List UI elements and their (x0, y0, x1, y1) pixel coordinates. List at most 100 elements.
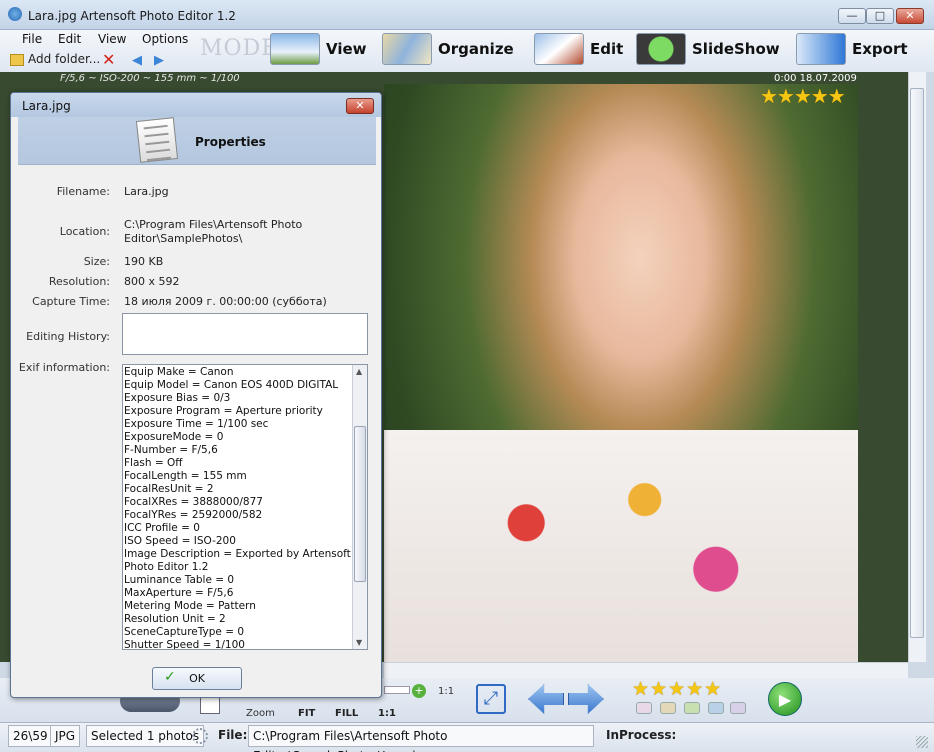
one-to-one-label[interactable]: 1:1 (378, 708, 396, 719)
exif-line: Photo Editor 1.2 (124, 561, 209, 573)
checkmark-icon: ✓ (164, 669, 176, 685)
rating-stars[interactable]: ★★★★★ (632, 678, 722, 700)
horizontal-scrollbar[interactable] (384, 662, 908, 678)
exif-list: Equip Make = Canon Equip Model = Canon EO… (124, 366, 352, 650)
fill-label[interactable]: FILL (335, 708, 358, 719)
mode-edit-label: Edit (590, 40, 624, 58)
exif-line: FocalYRes = 2592000/582 (124, 509, 263, 521)
color-tag-lavender[interactable] (730, 702, 746, 714)
exif-line: Resolution Unit = 2 (124, 613, 226, 625)
mode-export-button[interactable]: Export (796, 30, 908, 68)
dialog-close-button[interactable]: ✕ (346, 98, 374, 114)
status-format: JPG (50, 725, 81, 747)
close-button[interactable]: ✕ (896, 8, 924, 24)
zoom-slider[interactable] (384, 686, 410, 694)
location-value-line1: C:\Program Files\Artensoft Photo (124, 218, 303, 231)
photo-stack-icon (382, 33, 432, 65)
exif-line: Flash = Off (124, 457, 183, 469)
mode-edit-button[interactable]: Edit (534, 30, 623, 68)
dialog-heading: Properties (195, 135, 266, 149)
exif-line: FocalLength = 155 mm (124, 470, 247, 482)
exif-line: FocalXRes = 3888000/877 (124, 496, 263, 508)
exif-line: ISO Speed = ISO-200 (124, 535, 236, 547)
brush-edit-icon (534, 33, 584, 65)
menu-edit[interactable]: Edit (58, 32, 81, 46)
filmstrip-play-icon (636, 33, 686, 65)
folder-icon (10, 54, 24, 66)
exif-line: MaxAperture = F/5,6 (124, 587, 234, 599)
back-arrow-icon[interactable]: ◀ (132, 53, 142, 68)
resize-grip-icon[interactable] (916, 736, 928, 748)
location-value-line2: Editor\SamplePhotos\ (124, 232, 243, 245)
mode-organize-button[interactable]: Organize (382, 30, 514, 68)
zoom-in-icon[interactable]: + (412, 684, 426, 698)
mode-organize-label: Organize (438, 40, 514, 58)
editing-history-label: Editing History: (26, 330, 110, 343)
exif-line: Exposure Program = Aperture priority (124, 405, 323, 417)
zoom-label: Zoom (246, 708, 275, 719)
menu-file[interactable]: File (22, 32, 42, 46)
document-icon (135, 117, 179, 163)
exif-line: Luminance Table = 0 (124, 574, 235, 586)
scroll-up-icon[interactable]: ▲ (356, 367, 362, 376)
color-tag-tan[interactable] (660, 702, 676, 714)
photo-datetime: 0:00 18.07.2009 (774, 73, 857, 84)
play-slideshow-icon[interactable]: ▶ (768, 682, 802, 716)
color-tag-pink[interactable] (636, 702, 652, 714)
exif-line: Shutter Speed = 1/100 (124, 639, 245, 650)
fit-screen-icon[interactable]: ⤢ (476, 684, 506, 714)
delete-icon[interactable]: ✕ (102, 50, 115, 69)
app-icon (8, 7, 22, 21)
landscape-icon (270, 33, 320, 65)
forward-arrow-icon[interactable]: ▶ (154, 53, 164, 68)
mode-view-button[interactable]: View (270, 30, 367, 68)
mode-slideshow-button[interactable]: SlideShow (636, 30, 780, 68)
exif-line: Metering Mode = Pattern (124, 600, 256, 612)
color-tag-green[interactable] (684, 702, 700, 714)
exif-label: Exif information: (18, 361, 110, 374)
vertical-scroll-thumb[interactable] (910, 88, 924, 638)
capture-time-label: Capture Time: (32, 295, 110, 308)
status-inprocess-label: InProcess: (606, 728, 677, 742)
exif-scroll-thumb[interactable] (354, 426, 366, 582)
maximize-button[interactable]: □ (866, 8, 894, 24)
capture-time-value: 18 июля 2009 г. 00:00:00 (суббота) (124, 295, 327, 308)
status-file-label: File: (218, 728, 248, 742)
menu-view[interactable]: View (98, 32, 126, 46)
exif-summary: F/5,6 ~ ISO-200 ~ 155 mm ~ 1/100 (60, 73, 240, 84)
zoom-scale: 1:1 (438, 686, 455, 697)
exif-line: F-Number = F/5,6 (124, 444, 218, 456)
add-folder-button[interactable]: Add folder... (28, 52, 100, 66)
export-arrow-icon (796, 33, 846, 65)
exif-line: Exposure Bias = 0/3 (124, 392, 231, 404)
color-tag-blue[interactable] (708, 702, 724, 714)
exif-list-box[interactable]: Equip Make = Canon Equip Model = Canon EO… (122, 364, 368, 650)
fit-label[interactable]: FIT (298, 708, 315, 719)
mode-slideshow-label: SlideShow (692, 40, 780, 58)
filename-label: Filename: (56, 185, 110, 198)
status-selected: Selected 1 photos (86, 725, 205, 747)
mode-export-label: Export (852, 40, 908, 58)
minimize-button[interactable]: — (838, 8, 866, 24)
size-value: 190 KB (124, 255, 164, 268)
resolution-label: Resolution: (48, 275, 110, 288)
exif-line: ICC Profile = 0 (124, 522, 200, 534)
photo-detail (384, 430, 858, 662)
exif-line: Equip Model = Canon EOS 400D DIGITAL (124, 379, 339, 391)
size-label: Size: (83, 255, 110, 268)
scroll-down-icon[interactable]: ▼ (356, 638, 362, 647)
exif-line: FocalResUnit = 2 (124, 483, 214, 495)
exif-line: ExposureMode = 0 (124, 431, 224, 443)
exif-line: SceneCaptureType = 0 (124, 626, 245, 638)
editing-history-field[interactable] (122, 313, 368, 355)
window-title: Lara.jpg Artensoft Photo Editor 1.2 (28, 9, 236, 23)
exif-line: Exposure Time = 1/100 sec (124, 418, 269, 430)
photo-rating-stars[interactable]: ★★★★★ (760, 84, 846, 108)
menu-options[interactable]: Options (142, 32, 188, 46)
exif-line: Equip Make = Canon (124, 366, 234, 378)
status-position: 26\59 (8, 725, 53, 747)
resolution-value: 800 x 592 (124, 275, 180, 288)
location-label: Location: (59, 225, 110, 238)
status-file-path: C:\Program Files\Artensoft Photo Editor\… (248, 725, 594, 752)
dialog-title: Lara.jpg (22, 99, 71, 113)
